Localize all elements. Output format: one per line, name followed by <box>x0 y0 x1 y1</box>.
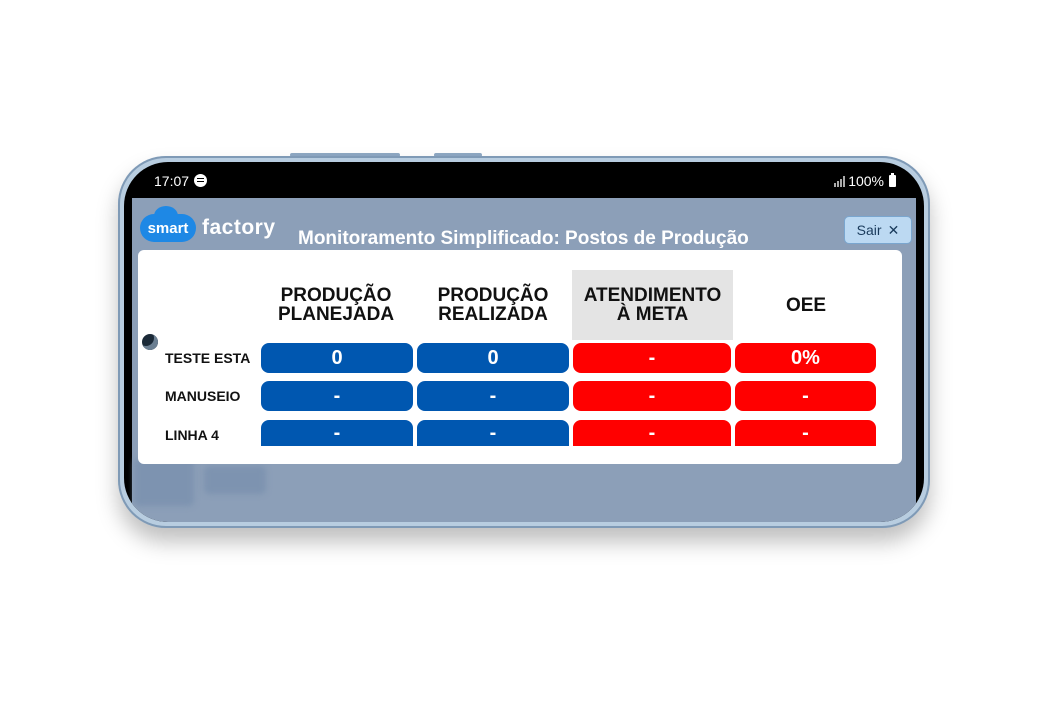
row-label-teste-esta: TESTE ESTA <box>165 350 251 366</box>
cell-meta[interactable]: - <box>573 420 731 446</box>
smart-factory-logo: smart factory <box>140 206 276 242</box>
blurred-background-block <box>204 466 266 494</box>
spotify-icon <box>194 174 207 187</box>
logo-smart-text: smart <box>147 220 189 237</box>
header-atendimento-meta: ATENDIMENTO À META <box>572 270 733 340</box>
cell-realizada[interactable]: - <box>417 381 569 411</box>
header-producao-realizada: PRODUÇÃO REALIZADA <box>437 285 549 325</box>
cell-oee[interactable]: 0% <box>735 343 876 373</box>
cell-meta[interactable]: - <box>573 343 731 373</box>
header-producao-planejada: PRODUÇÃO PLANEJADA <box>277 285 395 325</box>
phone-screen: 17:07 100% smart factory Monitoramento S… <box>124 162 924 522</box>
phone-frame: 17:07 100% smart factory Monitoramento S… <box>118 156 930 528</box>
cell-realizada[interactable]: 0 <box>417 343 569 373</box>
blurred-background-block <box>134 458 194 506</box>
production-table-card: PRODUÇÃO PLANEJADA PRODUÇÃO REALIZADA ATEN… <box>138 250 902 464</box>
header-oee: OEE <box>785 294 827 316</box>
cloud-logo-icon: smart <box>140 206 196 242</box>
row-label-manuseio: MANUSEIO <box>165 388 241 404</box>
page-title: Monitoramento Simplificado: Postos de Pr… <box>298 228 749 249</box>
signal-icon <box>834 175 846 187</box>
close-icon: ✕ <box>887 221 900 238</box>
status-bar: 17:07 100% <box>124 162 924 198</box>
cell-oee[interactable]: - <box>735 420 876 446</box>
cell-meta[interactable]: - <box>573 381 731 411</box>
sair-label: Sair <box>856 222 882 238</box>
cell-oee[interactable]: - <box>735 381 876 411</box>
status-time: 17:07 <box>154 173 190 189</box>
cell-realizada[interactable]: - <box>417 420 569 446</box>
cell-planejada[interactable]: - <box>261 420 413 446</box>
battery-icon <box>889 173 896 187</box>
status-dot-icon <box>142 334 158 350</box>
cell-planejada[interactable]: - <box>261 381 413 411</box>
logo-factory-text: factory <box>202 216 276 239</box>
row-label-linha-4: LINHA 4 <box>165 427 219 443</box>
app-window: smart factory Monitoramento Simplificado… <box>132 198 916 522</box>
cell-planejada[interactable]: 0 <box>261 343 413 373</box>
battery-percent: 100% <box>848 173 884 189</box>
sair-button[interactable]: Sair ✕ <box>844 216 912 244</box>
